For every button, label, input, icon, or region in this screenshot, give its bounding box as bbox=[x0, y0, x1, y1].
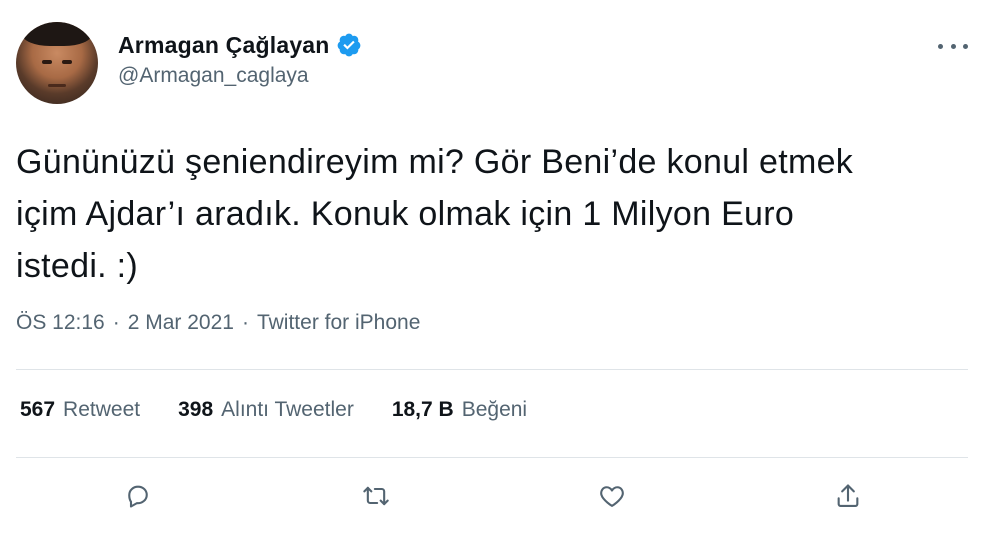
tweet-stats: 567 Retweet 398 Alıntı Tweetler 18,7 B B… bbox=[20, 398, 565, 422]
tweet-actions bbox=[0, 474, 1000, 518]
tweet-card: Armagan Çağlayan @Armagan_caglaya Gününü… bbox=[0, 0, 1000, 534]
heart-icon bbox=[600, 486, 624, 507]
tweet-source[interactable]: Twitter for iPhone bbox=[257, 311, 420, 335]
avatar-hair bbox=[22, 22, 92, 46]
quote-count[interactable]: 398 Alıntı Tweetler bbox=[178, 398, 354, 422]
like-button[interactable] bbox=[590, 474, 634, 518]
retweet-count-label: Retweet bbox=[63, 398, 141, 421]
retweet-count-number: 567 bbox=[20, 398, 56, 421]
verified-badge-icon bbox=[336, 32, 362, 58]
share-button[interactable] bbox=[826, 474, 870, 518]
more-dot bbox=[938, 43, 943, 49]
like-count-number: 18,7 B bbox=[391, 398, 454, 421]
share-icon bbox=[837, 484, 859, 507]
divider bbox=[16, 457, 968, 458]
retweet-icon bbox=[363, 486, 389, 506]
retweet-count[interactable]: 567 Retweet bbox=[20, 398, 140, 422]
user-handle[interactable]: @Armagan_caglaya bbox=[118, 64, 362, 88]
avatar-mouth bbox=[48, 84, 66, 87]
reply-icon bbox=[128, 485, 148, 508]
retweet-button[interactable] bbox=[354, 474, 398, 518]
tweet-time[interactable]: ÖS 12:16 bbox=[16, 311, 105, 335]
like-count-label: Beğeni bbox=[461, 398, 528, 421]
quote-count-number: 398 bbox=[178, 398, 214, 421]
display-name-row: Armagan Çağlayan bbox=[118, 30, 362, 60]
quote-count-label: Alıntı Tweetler bbox=[221, 398, 354, 421]
avatar-eye-left bbox=[42, 60, 52, 64]
meta-separator: · bbox=[241, 311, 249, 334]
display-name[interactable]: Armagan Çağlayan bbox=[118, 32, 330, 59]
tweet-text: Gününüzü şeniendireyim mi? Gör Beni’de k… bbox=[16, 143, 854, 285]
meta-separator: · bbox=[112, 311, 120, 334]
reply-button[interactable] bbox=[116, 474, 160, 518]
like-count[interactable]: 18,7 B Beğeni bbox=[392, 398, 527, 422]
more-dot bbox=[950, 43, 956, 49]
avatar[interactable] bbox=[16, 22, 98, 104]
divider bbox=[16, 369, 968, 370]
tweet-date[interactable]: 2 Mar 2021 bbox=[128, 311, 234, 335]
more-icon[interactable] bbox=[938, 38, 968, 54]
avatar-eye-right bbox=[62, 60, 72, 64]
user-info: Armagan Çağlayan @Armagan_caglaya bbox=[118, 30, 362, 88]
more-dot bbox=[963, 43, 968, 49]
tweet-meta: ÖS 12:16 · 2 Mar 2021 · Twitter for iPho… bbox=[16, 311, 420, 335]
